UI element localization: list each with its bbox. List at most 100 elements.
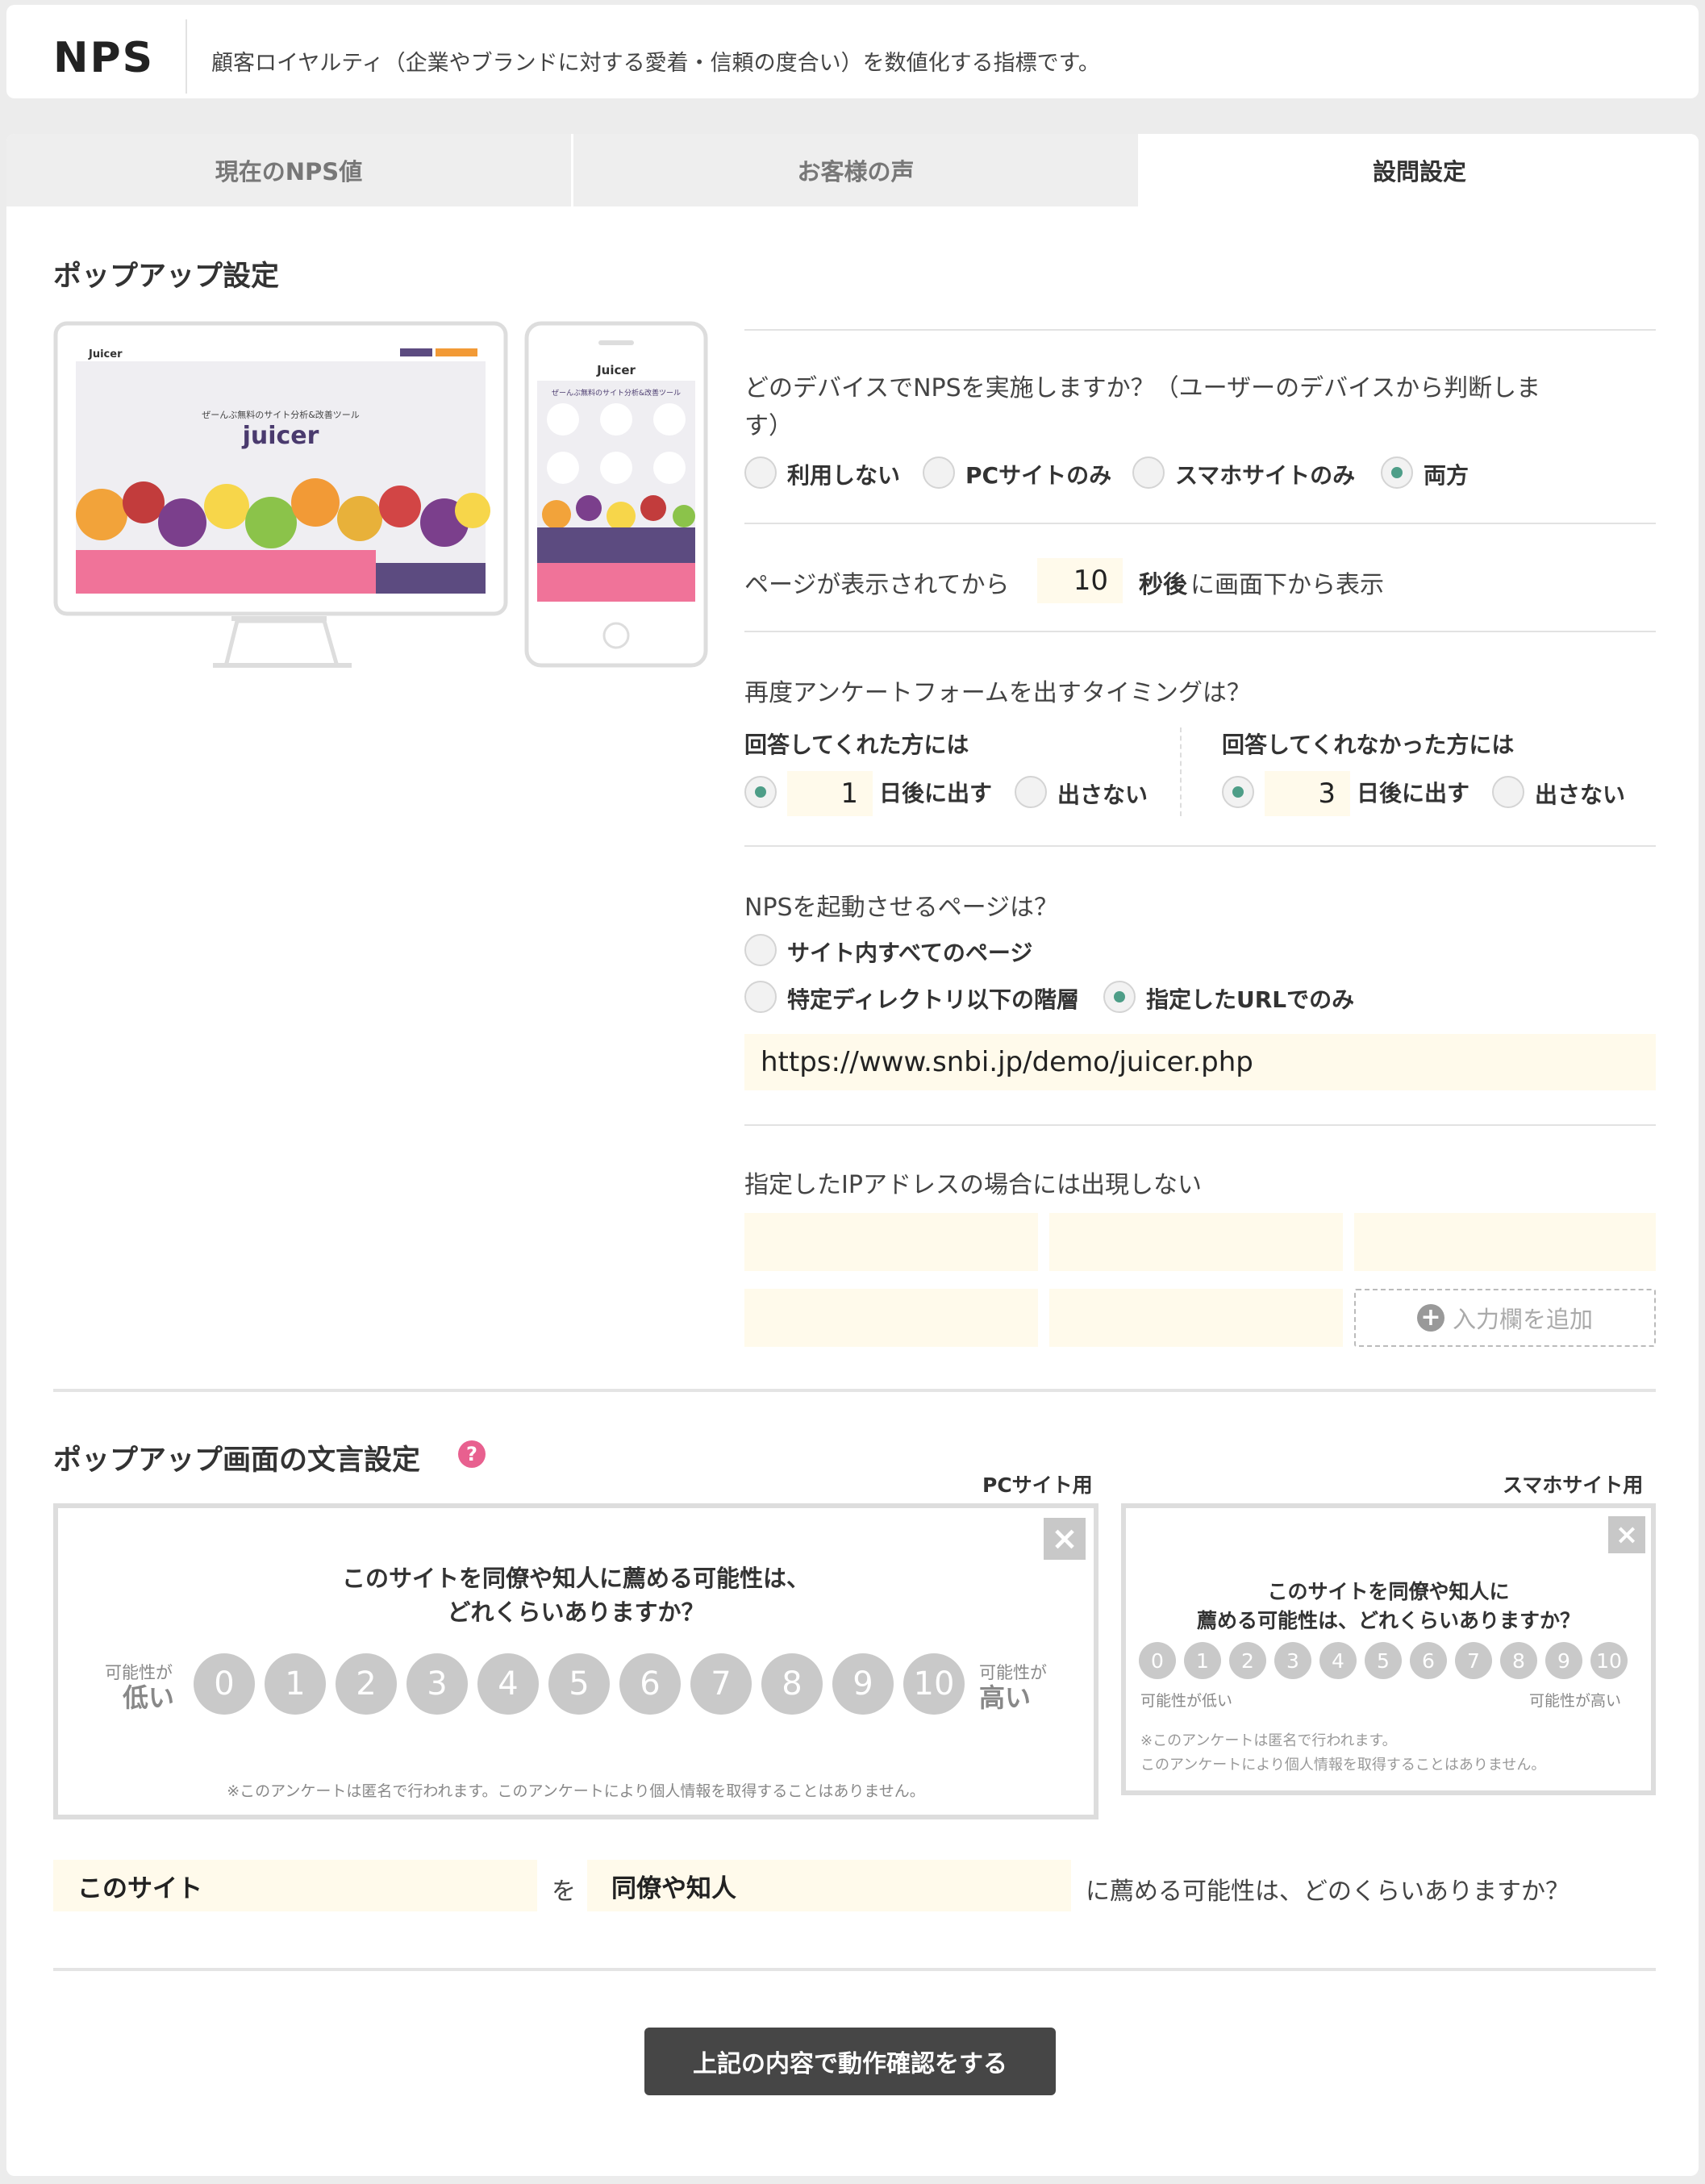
pc-site-label: PCサイト用 (982, 1473, 1093, 1497)
radio-answered-days[interactable] (744, 776, 777, 808)
sp-question-line1: このサイトを同僚や知人に (1267, 1580, 1510, 1603)
url-input[interactable]: https://www.snbi.jp/demo/juicer.php (744, 1034, 1656, 1090)
close-icon[interactable]: × (1044, 1518, 1086, 1560)
ip-input-3[interactable] (1354, 1213, 1656, 1271)
answered-label: 回答してくれた方には (744, 731, 969, 758)
ip-input-4[interactable] (744, 1289, 1038, 1347)
sp-score-5: 5 (1365, 1642, 1402, 1679)
section-divider (53, 1968, 1656, 1971)
device-question: どのデバイスでNPSを実施しますか？（ユーザーのデバイスから判断しま (744, 374, 1541, 402)
divider (744, 631, 1656, 632)
radio-device-pc[interactable] (923, 456, 955, 489)
plus-icon: + (1416, 1304, 1444, 1332)
sp-note-line1: ※このアンケートは匿名で行われます。 (1140, 1732, 1397, 1749)
radio-unanswered-never[interactable] (1492, 776, 1524, 808)
sp-score-4: 4 (1319, 1642, 1357, 1679)
delay-suffix: に画面下から表示 (1190, 571, 1384, 599)
pc-score-5: 5 (548, 1653, 610, 1715)
sp-note-line2: このアンケートにより個人情報を取得することはありません。 (1140, 1757, 1546, 1773)
desktop-brand: juicer (242, 422, 319, 450)
mobile-preview-image: Juicer ぜーんぶ無料のサイト分析&改善ツール (524, 321, 708, 668)
connector-text: を (552, 1878, 576, 1906)
device-question-cont: す） (744, 412, 793, 440)
ip-label: 指定したIPアドレスの場合には出現しない (744, 1171, 1202, 1199)
radio-answered-never[interactable] (1015, 776, 1047, 808)
section-divider (53, 1389, 1656, 1392)
header-divider (186, 19, 187, 94)
delay-unit: 秒後 (1139, 571, 1187, 599)
sp-question-line2: 薦める可能性は、どれくらいありますか？ (1196, 1609, 1580, 1632)
timing-question: 再度アンケートフォームを出すタイミングは？ (744, 679, 1251, 707)
radio-label-device-none: 利用しない (787, 462, 901, 489)
sp-site-label: スマホサイト用 (1503, 1473, 1644, 1497)
radio-label-page-all: サイト内すべてのページ (787, 940, 1033, 966)
unanswered-label: 回答してくれなかった方には (1222, 731, 1515, 758)
sp-score-3: 3 (1274, 1642, 1311, 1679)
radio-page-directory[interactable] (744, 981, 777, 1013)
sp-score-10: 10 (1590, 1642, 1628, 1679)
answered-days-input[interactable]: 1 (787, 771, 873, 816)
ip-input-5[interactable] (1049, 1289, 1343, 1347)
tab-question-settings[interactable]: 設問設定 (1140, 134, 1699, 206)
sp-score-9: 9 (1545, 1642, 1582, 1679)
page-title: NPS (53, 34, 155, 82)
divider (744, 1124, 1656, 1126)
sp-score-7: 7 (1455, 1642, 1492, 1679)
page-header: NPS 顧客ロイヤルティ（企業やブランドに対する愛着・信頼の度合い）を数値化する… (6, 5, 1699, 98)
radio-page-all[interactable] (744, 934, 777, 966)
mobile-headline: ぜーんぶ無料のサイト分析&改善ツール (552, 388, 681, 398)
sp-high: 可能性が高い (1529, 1692, 1622, 1710)
pc-score-4: 4 (477, 1653, 539, 1715)
radio-device-both[interactable] (1381, 456, 1413, 489)
radio-device-sp[interactable] (1132, 456, 1165, 489)
ip-input-2[interactable] (1049, 1213, 1343, 1271)
sp-score-6: 6 (1410, 1642, 1447, 1679)
tab-current-nps[interactable]: 現在のNPS値 (6, 134, 571, 206)
divider (744, 523, 1656, 524)
settings-panel: 現在のNPS値 お客様の声 設問設定 ポップアップ設定 Juicer ぜーんぶ無… (6, 134, 1699, 2176)
wording-title: ポップアップ画面の文言設定 (53, 1444, 421, 1477)
pc-score-0: 0 (194, 1653, 255, 1715)
unanswered-days-label: 日後に出す (1357, 780, 1470, 806)
people-wording-input[interactable]: 同僚や知人 (587, 1860, 1071, 1911)
tab-customer-voice[interactable]: お客様の声 (573, 134, 1138, 206)
radio-label-page-directory: 特定ディレクトリ以下の階層 (787, 986, 1080, 1013)
pc-question-line1: このサイトを同僚や知人に薦める可能性は、 (341, 1565, 810, 1592)
radio-label-device-both: 両方 (1424, 462, 1469, 489)
popup-settings-title: ポップアップ設定 (53, 260, 280, 293)
unanswered-never-label: 出さない (1535, 781, 1626, 808)
pc-score-3: 3 (406, 1653, 468, 1715)
question-circle-icon[interactable]: ? (458, 1440, 486, 1468)
radio-device-none[interactable] (744, 456, 777, 489)
add-field-button[interactable]: + 入力欄を追加 (1354, 1289, 1656, 1347)
ip-input-1[interactable] (744, 1213, 1038, 1271)
pc-score-6: 6 (619, 1653, 681, 1715)
wording-suffix: に薦める可能性は、どのくらいありますか？ (1086, 1878, 1570, 1906)
pc-low-big: 低い (123, 1682, 175, 1713)
close-icon[interactable]: × (1608, 1516, 1645, 1553)
sp-popup-preview: × このサイトを同僚や知人に 薦める可能性は、どれくらいありますか？ 01234… (1121, 1503, 1656, 1795)
desktop-logo-text: Juicer (88, 348, 123, 361)
unanswered-days-input[interactable]: 3 (1265, 771, 1350, 816)
divider (744, 329, 1656, 331)
mobile-logo-text: Juicer (596, 363, 636, 377)
divider (744, 845, 1656, 847)
pc-score-7: 7 (690, 1653, 752, 1715)
pc-score-8: 8 (761, 1653, 823, 1715)
sp-low: 可能性が低い (1140, 1692, 1233, 1710)
pc-score-10: 10 (903, 1653, 965, 1715)
radio-unanswered-days[interactable] (1222, 776, 1254, 808)
radio-label-device-pc: PCサイトのみ (965, 462, 1112, 489)
sp-score-0: 0 (1139, 1642, 1176, 1679)
pc-question-line2: どれくらいありますか？ (447, 1598, 705, 1626)
delay-seconds-input[interactable]: 10 (1037, 558, 1123, 603)
radio-page-url[interactable] (1103, 981, 1136, 1013)
radio-label-page-url: 指定したURLでのみ (1146, 986, 1355, 1013)
site-wording-input[interactable]: このサイト (53, 1860, 537, 1911)
answered-never-label: 出さない (1057, 781, 1148, 808)
pc-score-9: 9 (832, 1653, 894, 1715)
pc-score-2: 2 (336, 1653, 397, 1715)
confirm-button[interactable]: 上記の内容で動作確認をする (644, 2028, 1056, 2095)
radio-label-device-sp: スマホサイトのみ (1175, 462, 1356, 489)
desktop-preview-image: Juicer ぜーんぶ無料のサイト分析&改善ツール juicer (53, 321, 508, 668)
